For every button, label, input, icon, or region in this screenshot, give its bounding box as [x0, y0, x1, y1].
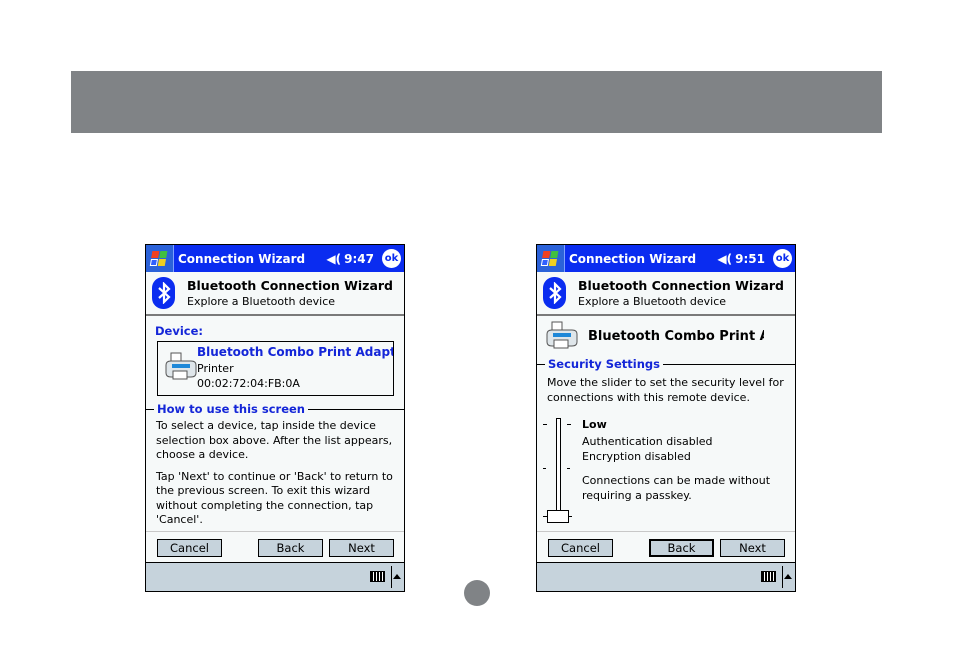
wizard-subtitle: Explore a Bluetooth device — [187, 295, 336, 308]
clock[interactable]: 9:47 — [344, 252, 374, 266]
ok-button[interactable]: ok — [773, 249, 792, 268]
slider-tick — [567, 424, 571, 425]
howto-label: How to use this screen — [154, 402, 308, 416]
security-intro-text: Move the slider to set the security leve… — [547, 376, 784, 404]
security-settings-screen: Connection Wizard ◀( 9:51 ok Bluetooth C… — [536, 244, 796, 592]
security-level-description: Authentication disabled Encryption disab… — [582, 435, 792, 513]
button-row-divider — [146, 531, 404, 532]
back-button[interactable]: Back — [258, 539, 323, 557]
app-title: Connection Wizard — [569, 251, 697, 266]
slider-track[interactable] — [556, 418, 561, 520]
slider-thumb[interactable] — [547, 510, 569, 523]
speaker-icon[interactable]: ◀( — [326, 252, 341, 266]
keyboard-icon[interactable] — [761, 571, 776, 582]
windows-flag-icon — [149, 250, 170, 267]
slider-tick — [567, 468, 570, 469]
ok-button[interactable]: ok — [382, 249, 401, 268]
security-detail: Authentication disabled Encryption disab… — [582, 435, 713, 463]
title-bar: Connection Wizard ◀( 9:47 ok — [146, 245, 404, 272]
howto-paragraph: Tap 'Next' to continue or 'Back' to retu… — [156, 469, 393, 527]
device-name: Bluetooth Combo Print Ac — [588, 329, 764, 344]
input-taskbar — [146, 562, 404, 591]
security-detail: Connections can be made without requirin… — [582, 474, 771, 502]
device-label: Device: — [155, 324, 203, 338]
back-button[interactable]: Back — [649, 539, 714, 557]
wizard-header: Bluetooth Connection Wizard Explore a Bl… — [537, 272, 795, 316]
clock[interactable]: 9:51 — [735, 252, 765, 266]
cancel-button[interactable]: Cancel — [157, 539, 222, 557]
taskbar-divider — [391, 566, 392, 588]
start-menu-button[interactable] — [146, 245, 174, 272]
cancel-button[interactable]: Cancel — [548, 539, 613, 557]
taskbar-divider — [782, 566, 783, 588]
security-settings-label: Security Settings — [545, 357, 663, 371]
device-address: 00:02:72:04:FB:0A — [197, 377, 300, 390]
slider-tick — [543, 468, 546, 469]
security-level-name: Low — [582, 418, 607, 431]
speaker-icon[interactable]: ◀( — [717, 252, 732, 266]
bluetooth-icon — [543, 277, 566, 309]
wizard-title: Bluetooth Connection Wizard — [578, 278, 785, 293]
title-bar: Connection Wizard ◀( 9:51 ok — [537, 245, 795, 272]
next-button[interactable]: Next — [720, 539, 785, 557]
input-menu-arrow-icon[interactable] — [784, 574, 792, 579]
wizard-header: Bluetooth Connection Wizard Explore a Bl… — [146, 272, 404, 316]
page-dot — [464, 580, 490, 606]
button-row-divider — [537, 531, 795, 532]
howto-text: To select a device, tap inside the devic… — [156, 419, 401, 535]
app-title: Connection Wizard — [178, 251, 306, 266]
windows-flag-icon — [540, 250, 561, 267]
slider-tick — [543, 424, 547, 425]
wizard-subtitle: Explore a Bluetooth device — [578, 295, 727, 308]
input-taskbar — [537, 562, 795, 591]
howto-paragraph: To select a device, tap inside the devic… — [156, 419, 393, 461]
input-menu-arrow-icon[interactable] — [393, 574, 401, 579]
device-selection-box[interactable]: Bluetooth Combo Print Adapte Printer 00:… — [157, 341, 394, 396]
device-selection-screen: Connection Wizard ◀( 9:47 ok Bluetooth C… — [145, 244, 405, 592]
printer-icon — [546, 321, 578, 349]
header-banner — [71, 71, 882, 133]
next-button[interactable]: Next — [329, 539, 394, 557]
bluetooth-icon — [152, 277, 175, 309]
start-menu-button[interactable] — [537, 245, 565, 272]
device-type: Printer — [197, 362, 234, 375]
printer-icon — [165, 352, 197, 380]
wizard-title: Bluetooth Connection Wizard — [187, 278, 394, 293]
keyboard-icon[interactable] — [370, 571, 385, 582]
device-name: Bluetooth Combo Print Adapte — [197, 345, 393, 359]
